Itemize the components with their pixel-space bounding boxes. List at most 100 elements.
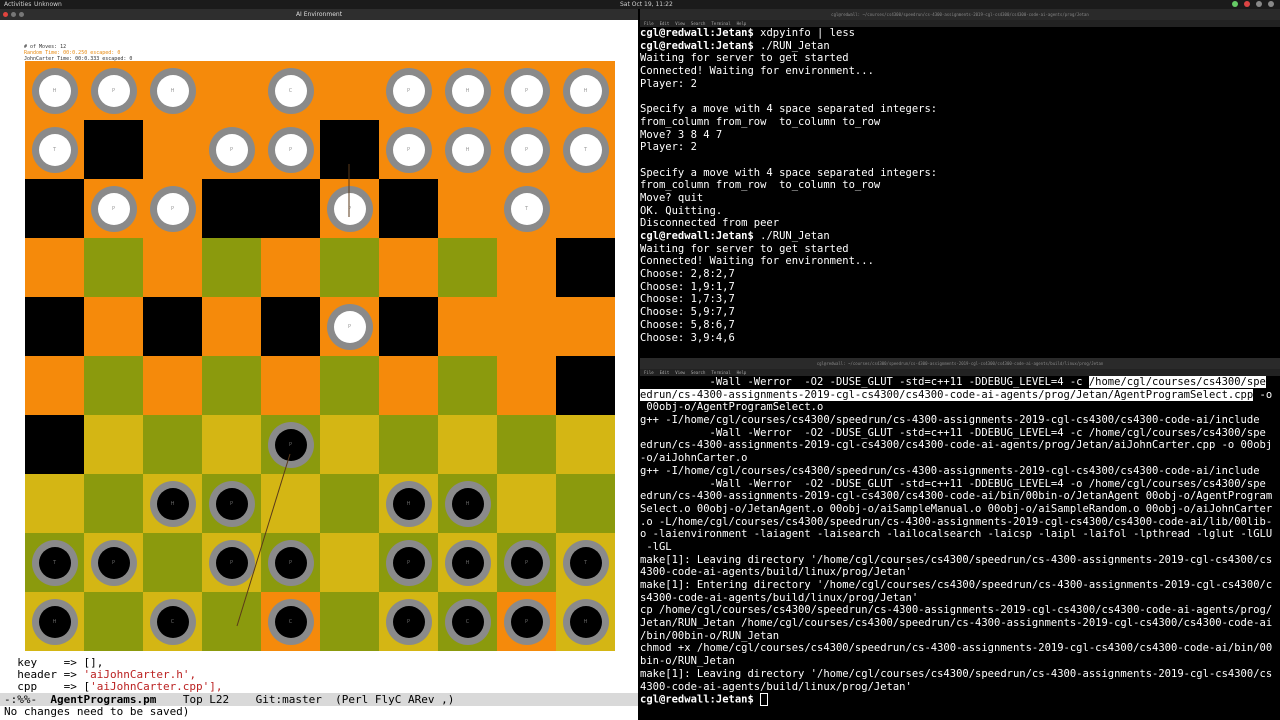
code-line[interactable]: cpp => ['aiJohnCarter.cpp'], <box>0 681 638 693</box>
board-square[interactable]: H <box>556 592 615 651</box>
board-square[interactable] <box>261 474 320 533</box>
white-piece[interactable]: H <box>444 67 491 114</box>
board-square[interactable] <box>497 474 556 533</box>
board-square[interactable] <box>497 356 556 415</box>
board-square[interactable]: P <box>320 297 379 356</box>
board-square[interactable]: H <box>438 474 497 533</box>
white-piece[interactable]: H <box>149 67 196 114</box>
white-piece[interactable]: P <box>267 126 314 173</box>
terminal-titlebar[interactable]: cgl@redwall: ~/courses/cs4300/speedrun/c… <box>640 358 1280 369</box>
menu-item[interactable]: Terminal <box>711 21 730 26</box>
board-square[interactable] <box>25 356 84 415</box>
volume-icon[interactable] <box>1256 1 1262 7</box>
board-square[interactable]: P <box>497 592 556 651</box>
maximize-icon[interactable] <box>19 12 24 17</box>
board-square[interactable]: P <box>202 120 261 179</box>
board-square[interactable] <box>320 533 379 592</box>
board-square[interactable]: P <box>143 179 202 238</box>
white-piece[interactable]: P <box>90 67 137 114</box>
board-square[interactable]: P <box>379 592 438 651</box>
board-square[interactable]: P <box>84 179 143 238</box>
white-piece[interactable]: P <box>208 126 255 173</box>
chrome-icon[interactable] <box>1244 1 1250 7</box>
black-piece[interactable]: P <box>503 598 550 645</box>
white-piece[interactable]: P <box>385 67 432 114</box>
board-square[interactable] <box>25 297 84 356</box>
black-piece[interactable]: P <box>208 539 255 586</box>
board-square[interactable] <box>438 179 497 238</box>
board-square[interactable] <box>143 120 202 179</box>
board-square[interactable] <box>143 415 202 474</box>
white-piece[interactable]: T <box>503 185 550 232</box>
board-square[interactable] <box>25 474 84 533</box>
minimize-icon[interactable] <box>11 12 16 17</box>
white-piece[interactable]: P <box>149 185 196 232</box>
board-square[interactable] <box>202 592 261 651</box>
board-square[interactable] <box>497 238 556 297</box>
board-square[interactable] <box>497 415 556 474</box>
black-piece[interactable]: C <box>444 598 491 645</box>
board-square[interactable]: H <box>438 61 497 120</box>
board-square[interactable]: C <box>143 592 202 651</box>
board-square[interactable] <box>84 356 143 415</box>
black-piece[interactable]: H <box>562 598 609 645</box>
board-square[interactable] <box>202 61 261 120</box>
board-square[interactable]: P <box>497 120 556 179</box>
board-square[interactable]: C <box>261 592 320 651</box>
board-square[interactable] <box>261 297 320 356</box>
close-icon[interactable] <box>3 12 8 17</box>
black-piece[interactable]: P <box>267 539 314 586</box>
board-square[interactable] <box>320 356 379 415</box>
board-square[interactable]: T <box>556 533 615 592</box>
board-square[interactable]: H <box>25 592 84 651</box>
menu-item[interactable]: Help <box>737 370 747 375</box>
board-square[interactable] <box>202 356 261 415</box>
board-square[interactable]: P <box>320 179 379 238</box>
board-square[interactable]: C <box>261 61 320 120</box>
board-square[interactable] <box>379 415 438 474</box>
board-square[interactable]: P <box>497 61 556 120</box>
activities-button[interactable]: Activities <box>4 0 31 9</box>
board-square[interactable] <box>84 592 143 651</box>
board-square[interactable] <box>438 356 497 415</box>
menu-item[interactable]: File <box>644 370 654 375</box>
menu-item[interactable]: File <box>644 21 654 26</box>
menu-item[interactable]: View <box>675 370 685 375</box>
terminal-titlebar[interactable]: cgl@redwall: ~/courses/cs4300/speedrun/c… <box>640 9 1280 20</box>
black-piece[interactable]: T <box>562 539 609 586</box>
board-square[interactable] <box>556 415 615 474</box>
board-square[interactable]: P <box>202 533 261 592</box>
white-piece[interactable]: T <box>562 126 609 173</box>
white-piece[interactable]: P <box>503 67 550 114</box>
board-square[interactable] <box>84 238 143 297</box>
menu-item[interactable]: Edit <box>660 21 670 26</box>
board-square[interactable]: H <box>438 533 497 592</box>
board-square[interactable] <box>202 415 261 474</box>
white-piece[interactable]: P <box>90 185 137 232</box>
board-square[interactable]: H <box>143 61 202 120</box>
board-square[interactable] <box>320 120 379 179</box>
board-square[interactable]: P <box>379 533 438 592</box>
board-square[interactable]: T <box>556 120 615 179</box>
board-square[interactable] <box>438 415 497 474</box>
terminal-output[interactable]: cgl@redwall:Jetan$ xdpyinfo | less cgl@re… <box>640 27 1280 344</box>
board-square[interactable] <box>556 179 615 238</box>
white-piece[interactable]: P <box>385 126 432 173</box>
white-piece[interactable]: H <box>31 67 78 114</box>
board-square[interactable] <box>497 297 556 356</box>
white-piece[interactable]: H <box>562 67 609 114</box>
board-square[interactable] <box>143 533 202 592</box>
black-piece[interactable]: P <box>90 539 137 586</box>
clock[interactable]: Sat Oct 19, 11:22 <box>620 0 673 9</box>
black-piece[interactable]: P <box>267 421 314 468</box>
board-square[interactable] <box>84 415 143 474</box>
board-square[interactable]: P <box>202 474 261 533</box>
board-square[interactable] <box>379 238 438 297</box>
white-piece[interactable]: H <box>444 126 491 173</box>
board-square[interactable]: H <box>556 61 615 120</box>
board-square[interactable] <box>25 179 84 238</box>
black-piece[interactable]: H <box>385 480 432 527</box>
board-square[interactable] <box>202 297 261 356</box>
board-square[interactable] <box>320 61 379 120</box>
board-square[interactable] <box>379 179 438 238</box>
